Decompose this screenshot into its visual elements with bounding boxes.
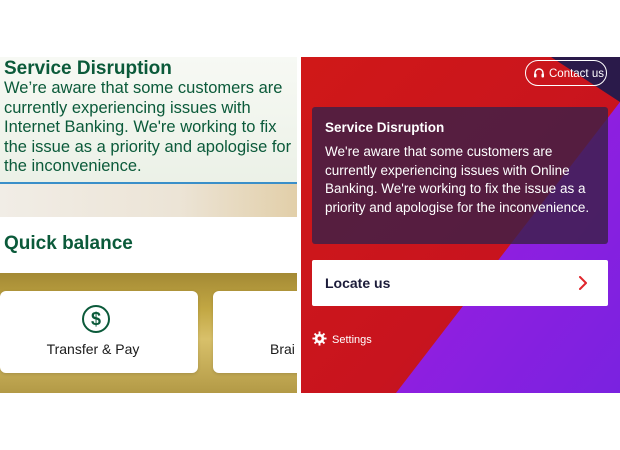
quick-balance-title: Quick balance — [4, 233, 133, 254]
transfer-pay-label: Transfer & Pay — [46, 341, 140, 357]
chevron-right-icon — [579, 276, 587, 290]
locate-us-button[interactable]: Locate us — [312, 260, 608, 306]
contact-us-label: Contact us — [549, 68, 604, 80]
contact-us-button[interactable]: Contact us — [525, 60, 607, 86]
service-disruption-card-message: We're aware that some customers are curr… — [325, 144, 590, 215]
gear-icon — [312, 331, 327, 346]
dollar-circle-icon: $ — [82, 305, 110, 333]
settings-link[interactable]: Settings — [312, 331, 372, 346]
service-disruption-message: We’re aware that some customers are curr… — [4, 79, 292, 175]
transfer-pay-tile[interactable]: $ Transfer & Pay — [0, 291, 198, 373]
service-disruption-title: Service Disruption — [4, 58, 172, 79]
right-app-screen: Contact us Service Disruption We're awar… — [301, 57, 620, 393]
settings-label: Settings — [332, 334, 372, 346]
service-disruption-card: Service Disruption We're aware that some… — [312, 107, 608, 244]
branch-tile-label: Brai — [270, 341, 295, 357]
branch-tile[interactable]: Brai — [213, 291, 297, 373]
locate-us-label: Locate us — [325, 275, 391, 291]
headset-icon — [534, 68, 544, 78]
left-app-screen: Service Disruption We’re aware that some… — [0, 57, 297, 393]
banner-background-strip — [0, 184, 297, 217]
service-disruption-card-title: Service Disruption — [325, 120, 445, 135]
